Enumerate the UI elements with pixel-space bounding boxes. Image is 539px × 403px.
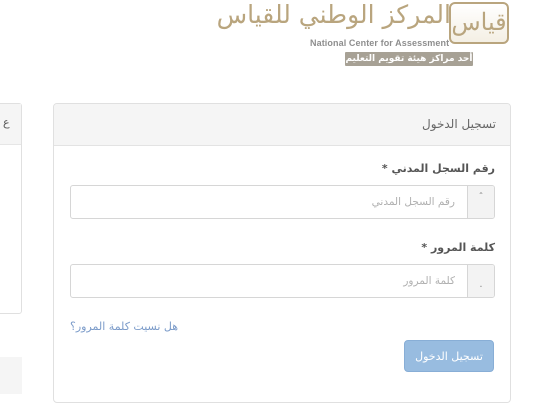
login-button[interactable]: تسجيل الدخول	[404, 340, 494, 372]
logo-tagline: أحد مراكز هيئة تقويم التعليم	[345, 52, 473, 66]
password-label: كلمة المرور *	[421, 241, 495, 254]
national-id-input[interactable]	[71, 186, 467, 218]
password-label-text: كلمة المرور	[430, 241, 495, 254]
logo-mark-text: قياس	[451, 8, 507, 36]
password-field: .	[70, 264, 495, 298]
logo-english-name: National Center for Assessment	[310, 38, 450, 48]
side-panel: ع	[0, 103, 22, 314]
login-panel-header: تسجيل الدخول	[54, 104, 510, 146]
required-mark: *	[421, 241, 428, 254]
forgot-password-link[interactable]: هل نسيت كلمة المرور؟	[70, 320, 178, 333]
login-panel-title: تسجيل الدخول	[422, 117, 496, 131]
logo-arabic-name: المركز الوطني للقياس	[216, 0, 451, 29]
national-id-field: ˆ	[70, 185, 495, 219]
nca-logo: المركز الوطني للقياس قياس National Cente…	[216, 0, 514, 70]
side-panel-footer	[0, 357, 22, 394]
national-id-label: رقم السجل المدني *	[382, 162, 495, 175]
logo-mark: قياس	[449, 2, 509, 44]
id-card-icon: ˆ	[467, 186, 494, 218]
side-panel-header: ع	[0, 104, 21, 145]
national-id-label-text: رقم السجل المدني	[391, 162, 495, 175]
login-panel: تسجيل الدخول رقم السجل المدني * ˆ كلمة ا…	[53, 103, 511, 403]
side-panel-title: ع	[3, 116, 10, 129]
lock-icon: .	[467, 265, 494, 297]
required-mark: *	[381, 162, 388, 175]
password-input[interactable]	[71, 265, 467, 297]
